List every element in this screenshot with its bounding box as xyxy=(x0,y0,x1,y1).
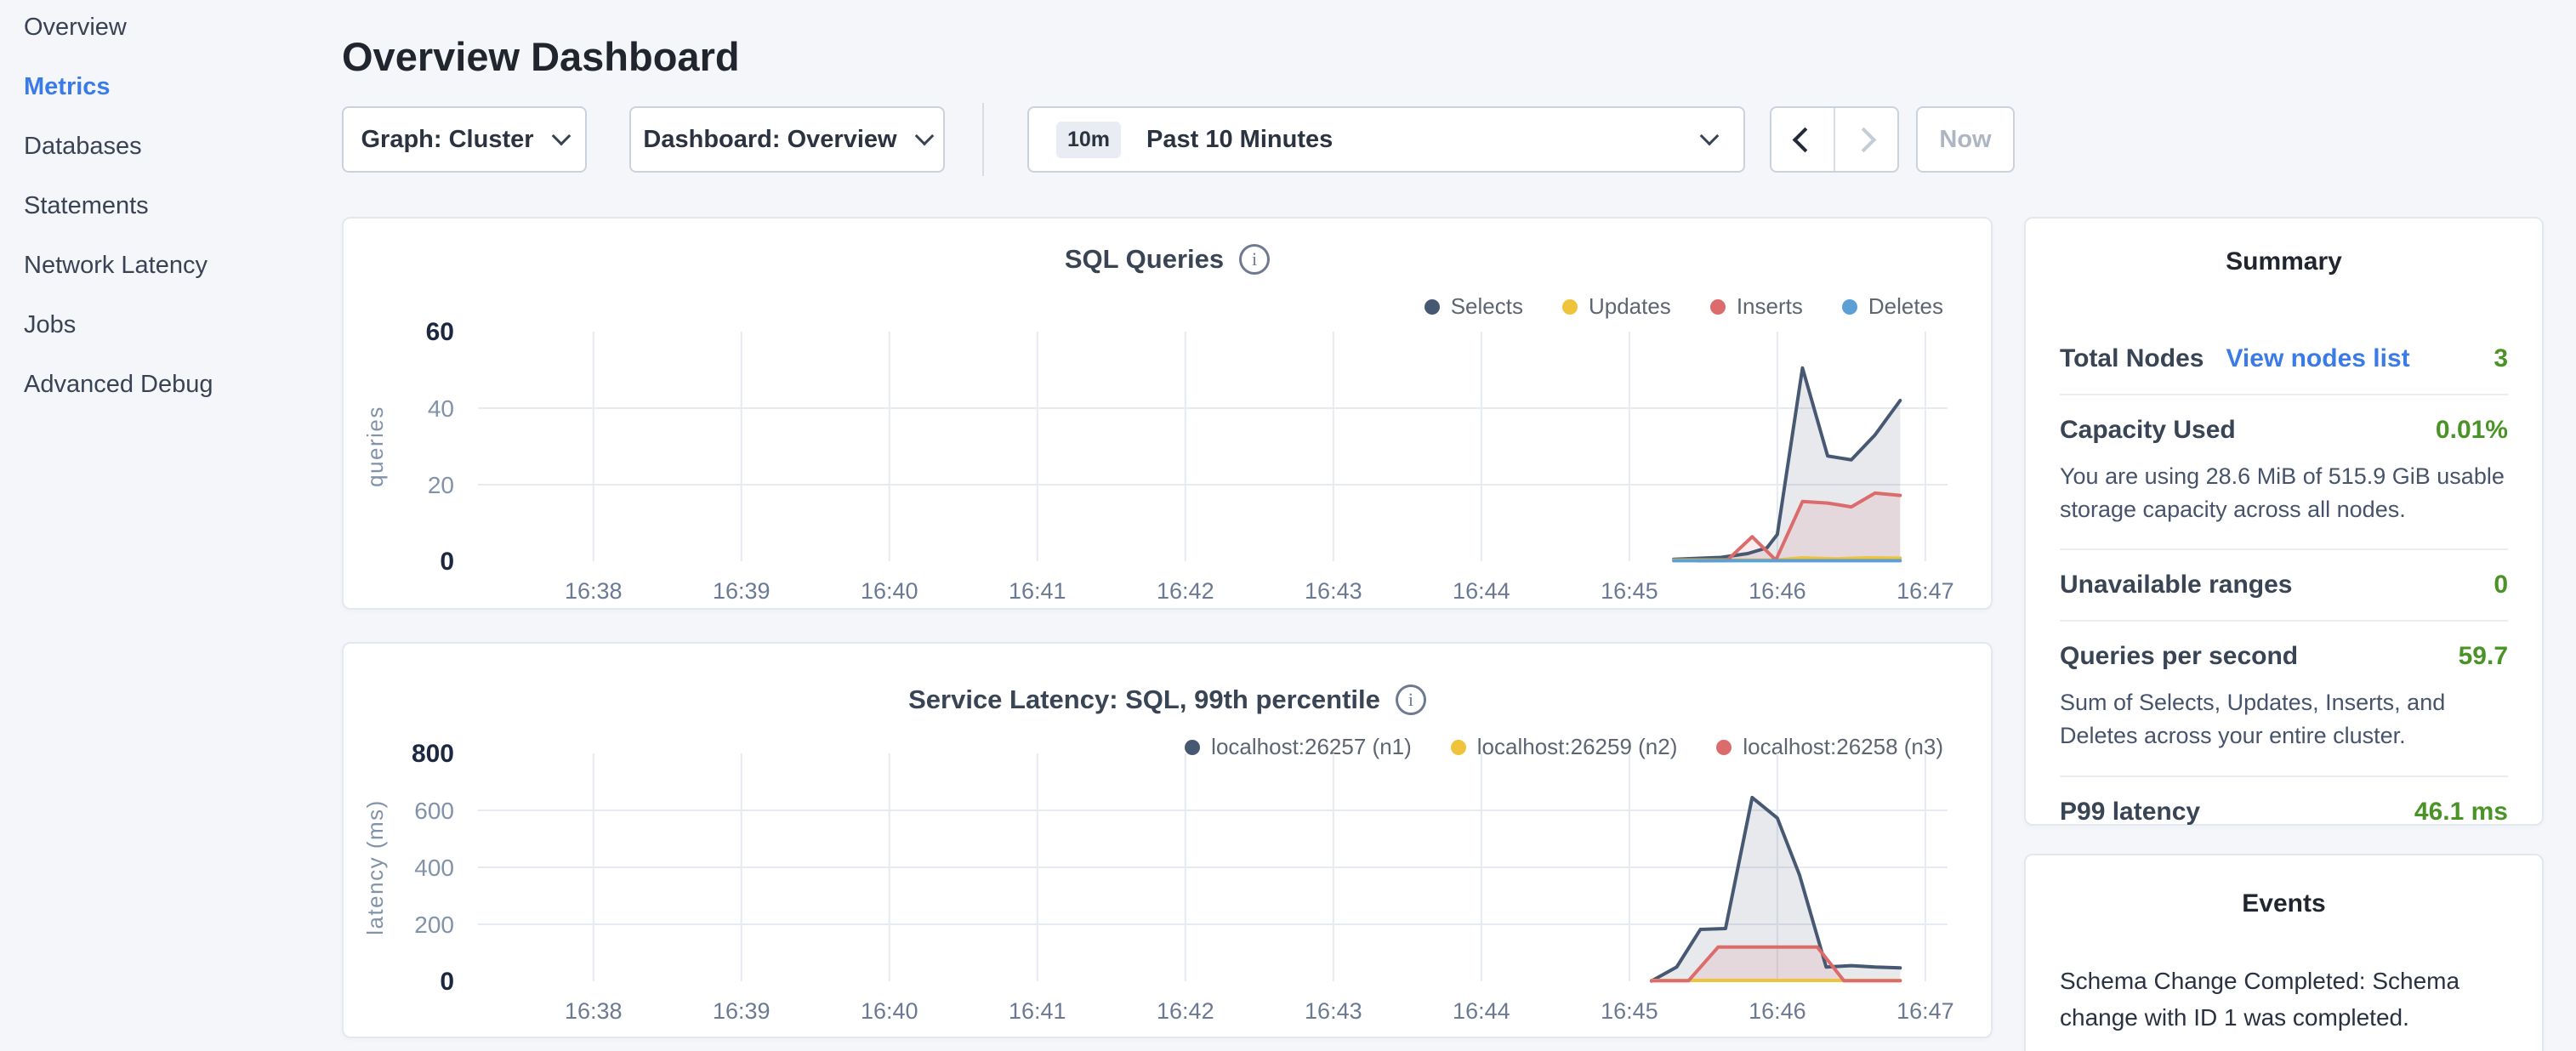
summary-description: You are using 28.6 MiB of 515.9 GiB usab… xyxy=(2060,460,2508,526)
summary-label: Capacity Used xyxy=(2060,416,2236,445)
now-button[interactable]: Now xyxy=(1916,106,2015,173)
summary-row-queries-per-second: Queries per second 59.7 Sum of Selects, … xyxy=(2060,622,2508,776)
events-title: Events xyxy=(2060,889,2508,918)
svg-text:16:38: 16:38 xyxy=(565,998,623,1024)
chevron-right-icon xyxy=(1851,127,1877,152)
svg-text:16:43: 16:43 xyxy=(1305,998,1362,1024)
chevron-down-icon xyxy=(914,127,934,146)
svg-text:16:43: 16:43 xyxy=(1305,578,1362,604)
svg-text:16:40: 16:40 xyxy=(861,578,918,604)
event-list-item: Schema Change Completed: Schema change w… xyxy=(2060,963,2508,1051)
svg-text:16:45: 16:45 xyxy=(1601,578,1658,604)
event-message: Schema Change Completed: Schema change w… xyxy=(2060,963,2508,1037)
svg-text:16:39: 16:39 xyxy=(713,998,771,1024)
summary-row-capacity-used: Capacity Used 0.01% You are using 28.6 M… xyxy=(2060,395,2508,550)
summary-label: Queries per second xyxy=(2060,642,2298,671)
summary-value: 0.01% xyxy=(2436,416,2508,445)
now-button-label: Now xyxy=(1939,126,1991,154)
svg-text:16:38: 16:38 xyxy=(565,578,623,604)
summary-value: 3 xyxy=(2494,344,2508,373)
sidebar-item-statements[interactable]: Statements xyxy=(24,189,313,224)
svg-text:16:46: 16:46 xyxy=(1749,578,1806,604)
service-latency-chart-card: Service Latency: SQL, 99th percentile i … xyxy=(342,642,1993,1038)
time-pager xyxy=(1770,106,1899,173)
summary-row-total-nodes: Total Nodes View nodes list 3 xyxy=(2060,324,2508,395)
summary-description: Sum of Selects, Updates, Inserts, and De… xyxy=(2060,686,2508,753)
svg-text:200: 200 xyxy=(414,912,454,938)
chevron-down-icon xyxy=(551,127,571,146)
chevron-left-icon xyxy=(1793,127,1818,152)
sidebar-item-jobs[interactable]: Jobs xyxy=(24,308,313,343)
time-back-button[interactable] xyxy=(1771,108,1834,171)
sidebar-item-databases[interactable]: Databases xyxy=(24,129,313,164)
svg-text:16:40: 16:40 xyxy=(861,998,918,1024)
svg-text:600: 600 xyxy=(414,798,454,824)
summary-label: Unavailable ranges xyxy=(2060,571,2292,599)
divider xyxy=(982,103,984,176)
svg-text:16:42: 16:42 xyxy=(1157,998,1214,1024)
sidebar-item-metrics[interactable]: Metrics xyxy=(24,70,313,105)
svg-text:16:39: 16:39 xyxy=(713,578,771,604)
time-range-badge: 10m xyxy=(1056,122,1121,158)
sql-queries-chart[interactable]: 16:38 16:39 16:40 16:41 16:42 16:43 16:44 16:45… xyxy=(344,219,1994,611)
summary-value: 0 xyxy=(2494,571,2508,599)
svg-text:40: 40 xyxy=(428,395,454,422)
summary-row-p99-latency: P99 latency 46.1 ms xyxy=(2060,777,2508,847)
graph-scope-dropdown[interactable]: Graph: Cluster xyxy=(342,106,587,173)
view-nodes-list-link[interactable]: View nodes list xyxy=(2226,344,2409,373)
svg-text:16:41: 16:41 xyxy=(1009,998,1066,1024)
time-range-dropdown[interactable]: 10m Past 10 Minutes xyxy=(1027,106,1745,173)
svg-text:0: 0 xyxy=(440,968,454,996)
svg-text:16:44: 16:44 xyxy=(1453,998,1510,1024)
svg-text:queries: queries xyxy=(362,406,388,487)
page-title: Overview Dashboard xyxy=(342,33,740,80)
dashboard-label: Dashboard: Overview xyxy=(643,126,896,154)
svg-text:16:45: 16:45 xyxy=(1601,998,1658,1024)
svg-text:16:47: 16:47 xyxy=(1896,578,1954,604)
svg-text:latency (ms): latency (ms) xyxy=(362,799,388,935)
time-forward-button[interactable] xyxy=(1835,108,1897,171)
svg-text:400: 400 xyxy=(414,855,454,881)
svg-text:20: 20 xyxy=(428,472,454,498)
summary-value: 46.1 ms xyxy=(2414,798,2508,827)
time-range-label: Past 10 Minutes xyxy=(1146,126,1333,154)
summary-panel: Summary Total Nodes View nodes list 3 Ca… xyxy=(2024,217,2544,826)
app-screen: Overview Metrics Databases Statements Ne… xyxy=(0,0,2576,1051)
svg-text:16:46: 16:46 xyxy=(1749,998,1806,1024)
service-latency-chart[interactable]: 16:38 16:39 16:40 16:41 16:42 16:43 16:44 16:45… xyxy=(344,644,1994,1040)
graph-scope-label: Graph: Cluster xyxy=(361,126,533,154)
dashboard-dropdown[interactable]: Dashboard: Overview xyxy=(629,106,945,173)
sidebar-item-advanced-debug[interactable]: Advanced Debug xyxy=(24,367,313,402)
sidebar-item-network-latency[interactable]: Network Latency xyxy=(24,248,313,283)
svg-text:60: 60 xyxy=(426,318,454,346)
svg-text:800: 800 xyxy=(412,740,454,768)
sql-queries-chart-card: SQL Queries i SelectsUpdatesInsertsDelet… xyxy=(342,217,1993,610)
sidebar: Overview Metrics Databases Statements Ne… xyxy=(24,10,313,427)
summary-row-unavailable-ranges: Unavailable ranges 0 xyxy=(2060,550,2508,622)
svg-text:16:41: 16:41 xyxy=(1009,578,1066,604)
events-panel: Events Schema Change Completed: Schema c… xyxy=(2024,854,2544,1051)
svg-text:0: 0 xyxy=(440,548,454,576)
svg-text:16:42: 16:42 xyxy=(1157,578,1214,604)
chevron-down-icon xyxy=(1700,127,1720,146)
sidebar-item-overview[interactable]: Overview xyxy=(24,10,313,45)
summary-label: Total Nodes xyxy=(2060,344,2204,373)
summary-label: P99 latency xyxy=(2060,798,2200,827)
summary-value: 59.7 xyxy=(2459,642,2508,671)
summary-title: Summary xyxy=(2060,247,2508,276)
svg-text:16:44: 16:44 xyxy=(1453,578,1510,604)
svg-text:16:47: 16:47 xyxy=(1896,998,1954,1024)
